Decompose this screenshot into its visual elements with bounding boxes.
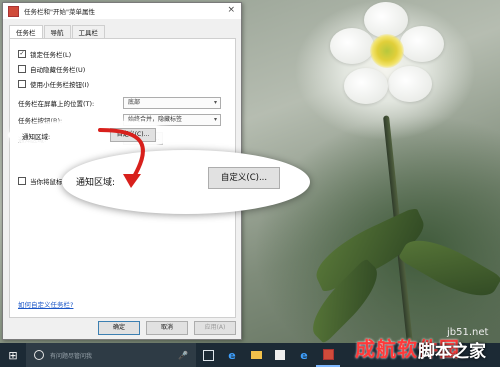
cortana-icon	[34, 350, 44, 360]
petal	[364, 2, 408, 38]
callout-customize-button[interactable]: 自定义(C)...	[208, 167, 280, 189]
cancel-button[interactable]: 取消	[146, 321, 188, 335]
position-select[interactable]: 底部 ▾	[123, 97, 221, 109]
microphone-icon[interactable]: 🎤	[178, 351, 188, 360]
app-icon[interactable]	[316, 343, 340, 367]
watermark-site: jb51.net	[447, 327, 489, 338]
tab-navigation[interactable]: 导航	[43, 25, 71, 39]
window-title: 任务栏和"开始"菜单属性	[24, 8, 95, 16]
customize-button-highlight[interactable]: 自定义(C)...	[110, 128, 156, 142]
tab-toolbars[interactable]: 工具栏	[71, 25, 105, 39]
petal	[400, 26, 444, 62]
flower-center	[370, 34, 404, 68]
windows-icon[interactable]: ⊞	[0, 343, 26, 367]
app-icon	[8, 5, 19, 17]
ie-icon[interactable]: e	[292, 343, 316, 367]
close-icon[interactable]: ×	[227, 5, 235, 15]
chevron-down-icon: ▾	[213, 99, 217, 106]
apply-button[interactable]: 应用(A)	[194, 321, 236, 335]
file-explorer-icon[interactable]	[244, 343, 268, 367]
callout-label: 通知区域:	[76, 178, 116, 188]
position-row: 任务栏在屏幕上的位置(T): 底部 ▾	[18, 97, 223, 109]
chevron-down-icon: ▾	[213, 116, 217, 123]
highlight-ellipse-small: 通知区域: 自定义(C)...	[8, 120, 178, 150]
checkbox[interactable]	[18, 177, 26, 185]
checkbox-label: 使用小任务栏按钮(I)	[30, 81, 89, 89]
title-bar: 任务栏和"开始"菜单属性 ×	[3, 3, 241, 19]
auto-hide-option[interactable]: 自动隐藏任务栏(U)	[18, 64, 85, 74]
zoom-callout: 通知区域: 自定义(C)...	[62, 150, 310, 214]
petal	[388, 66, 432, 102]
notify-label-highlight: 通知区域:	[22, 133, 51, 141]
white-flower	[330, 0, 444, 110]
ok-button[interactable]: 确定	[98, 321, 140, 335]
checkbox-label: 自动隐藏任务栏(U)	[30, 66, 86, 74]
task-view-icon[interactable]	[196, 343, 220, 367]
lock-taskbar-option[interactable]: 锁定任务栏(L)	[18, 49, 71, 59]
checkbox[interactable]	[18, 65, 26, 73]
tab-strip: 任务栏 导航 工具栏	[9, 25, 241, 39]
search-box[interactable]: 有问题尽管问我 🎤	[26, 343, 196, 367]
watermark-brand: 脚本之家	[418, 342, 486, 362]
petal	[344, 68, 388, 104]
petal	[330, 28, 374, 64]
checkbox-checked[interactable]	[18, 50, 26, 58]
store-icon[interactable]	[268, 343, 292, 367]
position-value: 底部	[128, 99, 141, 106]
tab-taskbar[interactable]: 任务栏	[9, 25, 43, 39]
help-link[interactable]: 如何自定义任务栏?	[18, 299, 73, 309]
checkbox[interactable]	[18, 80, 26, 88]
checkbox-label: 锁定任务栏(L)	[30, 51, 72, 59]
edge-icon[interactable]: e	[220, 343, 244, 367]
position-label: 任务栏在屏幕上的位置(T):	[18, 100, 95, 108]
small-buttons-option[interactable]: 使用小任务栏按钮(I)	[18, 79, 89, 89]
search-placeholder: 有问题尽管问我	[50, 352, 93, 360]
